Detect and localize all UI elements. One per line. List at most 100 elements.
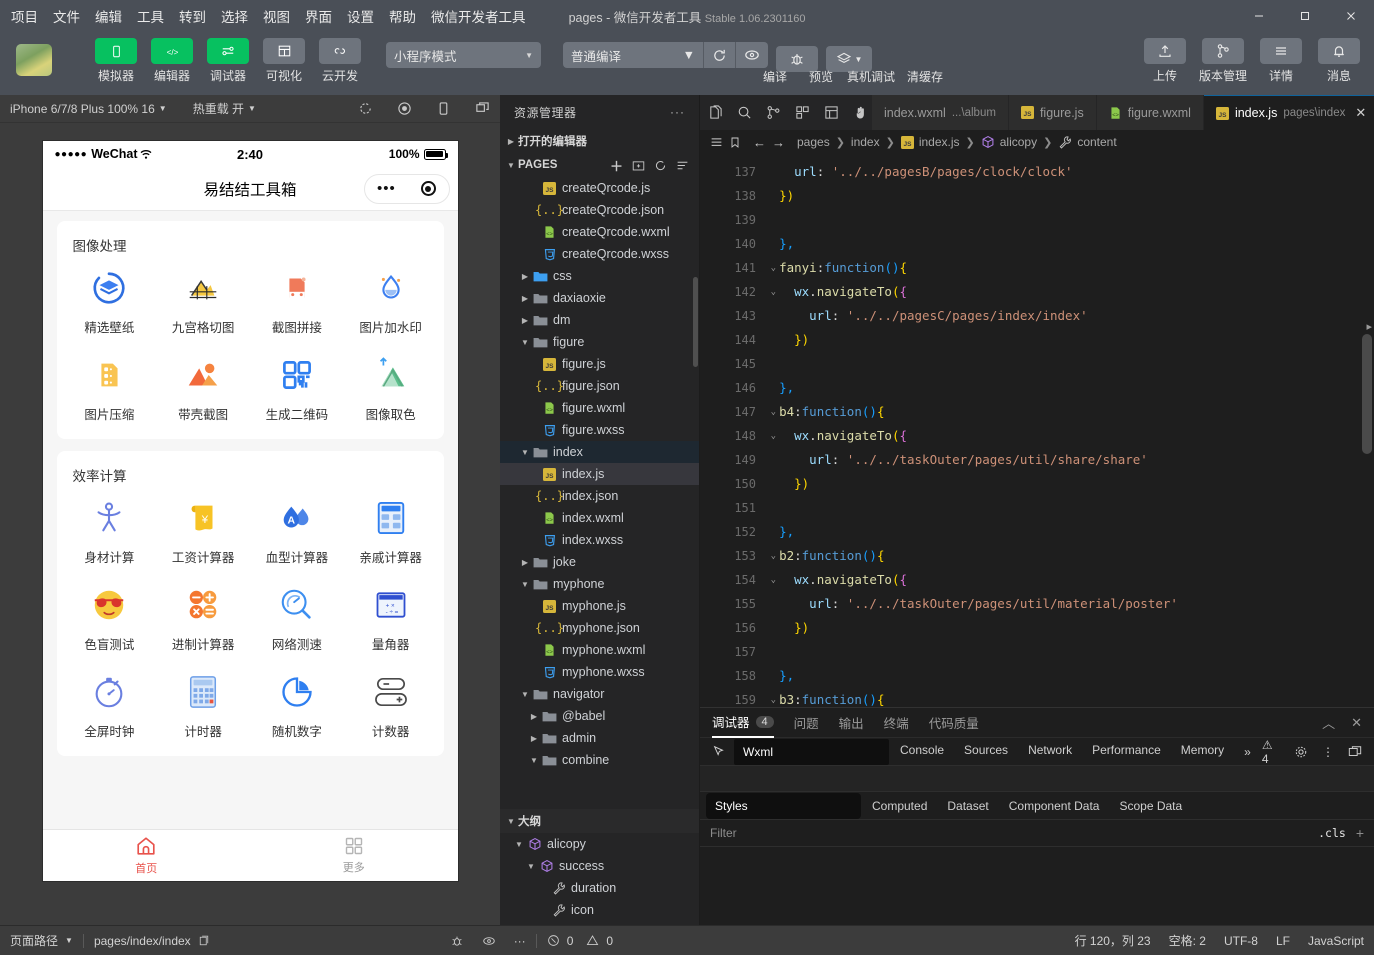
style-tab-Dataset[interactable]: Dataset — [938, 795, 997, 817]
breadcrumb-item-index.js[interactable]: JS index.js — [901, 135, 960, 149]
app-item-血型计算器[interactable]: A 血型计算器 — [250, 497, 344, 566]
devtools-overflow[interactable]: » — [1235, 741, 1260, 763]
tree-item-myphone.js[interactable]: ▶ JS myphone.js — [500, 595, 699, 617]
app-item-九宫格切图[interactable]: 九宫格切图 — [156, 267, 250, 336]
language-mode[interactable]: JavaScript — [1308, 934, 1364, 948]
window-icon[interactable] — [475, 101, 490, 116]
tree-item-createQrcode.wxss[interactable]: ▶ createQrcode.wxss — [500, 243, 699, 265]
debugger-tab-代码质量[interactable]: 代码质量 — [929, 708, 979, 738]
menu-item-5[interactable]: 选择 — [221, 6, 248, 26]
search-icon[interactable] — [737, 105, 752, 120]
toolbar-button-消息[interactable]: 消息 — [1314, 38, 1364, 84]
breadcrumb-item-content[interactable]: content — [1058, 135, 1116, 149]
editor-tab-figure.wxml[interactable]: <> figure.wxml — [1097, 95, 1204, 130]
eol-setting[interactable]: LF — [1276, 934, 1290, 948]
outline-item-icon[interactable]: ▶ icon — [500, 899, 699, 921]
tree-item-figure[interactable]: ▼ figure — [500, 331, 699, 353]
menu-item-8[interactable]: 设置 — [347, 6, 374, 26]
tree-item-dm[interactable]: ▶ dm — [500, 309, 699, 331]
outline-item-success[interactable]: ▼ success — [500, 855, 699, 877]
gear-icon[interactable] — [1294, 745, 1308, 759]
extensions-icon[interactable] — [795, 105, 810, 120]
files-icon[interactable] — [708, 105, 723, 120]
explorer-more-icon[interactable]: ··· — [670, 105, 685, 119]
devtools-tab-Sources[interactable]: Sources — [955, 739, 1017, 765]
editor-tab-index.js[interactable]: JS index.js pages\index ✕ — [1204, 95, 1374, 130]
editor-tab-index.wxml[interactable]: index.wxml ...\album — [872, 95, 1009, 130]
app-item-图片加水印[interactable]: 图片加水印 — [344, 267, 438, 336]
tree-item-figure.json[interactable]: ▶ {..} figure.json — [500, 375, 699, 397]
style-tab-Scope Data[interactable]: Scope Data — [1110, 795, 1191, 817]
app-item-计时器[interactable]: 计时器 — [156, 671, 250, 740]
tree-item-figure.wxss[interactable]: ▶ figure.wxss — [500, 419, 699, 441]
bug-icon[interactable] — [450, 934, 464, 948]
mode-button-云开发[interactable]: 云开发 — [316, 38, 364, 84]
devtools-tab-Console[interactable]: Console — [891, 739, 953, 765]
devtools-tab-Memory[interactable]: Memory — [1172, 739, 1233, 765]
compile-mode-select[interactable]: 普通编译 ▼ — [563, 42, 703, 68]
wxml-tree-area[interactable] — [700, 766, 1374, 792]
app-item-工资计算器[interactable]: ¥ 工资计算器 — [156, 497, 250, 566]
hand-icon[interactable] — [853, 105, 868, 120]
tree-item-css[interactable]: ▶ css — [500, 265, 699, 287]
open-editors-section[interactable]: ▶ 打开的编辑器 — [500, 129, 699, 153]
eye-icon[interactable] — [482, 934, 496, 948]
mode-button-模拟器[interactable]: 模拟器 — [92, 38, 140, 84]
editor-scrollbar[interactable]: ▸ — [1360, 154, 1374, 707]
tree-item-@babel[interactable]: ▶ @babel — [500, 705, 699, 727]
tree-item-myphone.wxss[interactable]: ▶ myphone.wxss — [500, 661, 699, 683]
breadcrumb-item-alicopy[interactable]: alicopy — [981, 135, 1037, 149]
tree-item-admin[interactable]: ▶ admin — [500, 727, 699, 749]
pages-section[interactable]: ▼ PAGES ＋ — [500, 153, 699, 177]
new-folder-icon[interactable] — [632, 159, 645, 172]
compile-button[interactable] — [704, 42, 735, 68]
collapse-up-icon[interactable]: ︿ — [1322, 713, 1335, 732]
app-item-截图拼接[interactable]: 截图拼接 — [250, 267, 344, 336]
maximize-button[interactable] — [1282, 0, 1328, 32]
toolbar-button-版本管理[interactable]: 版本管理 — [1198, 38, 1248, 84]
tree-item-navigator[interactable]: ▼ navigator — [500, 683, 699, 705]
tree-item-createQrcode.js[interactable]: ▶ JS createQrcode.js — [500, 177, 699, 199]
breadcrumb-item-index[interactable]: index — [851, 135, 880, 149]
outline-list-icon[interactable] — [710, 136, 723, 149]
toolbar-button-详情[interactable]: 详情 — [1256, 38, 1306, 84]
preview-button[interactable] — [736, 42, 768, 68]
devtools-tab-Performance[interactable]: Performance — [1083, 739, 1170, 765]
debugger-tab-调试器[interactable]: 调试器 4 — [712, 708, 774, 738]
encoding[interactable]: UTF-8 — [1224, 934, 1258, 948]
menu-item-0[interactable]: 项目 — [11, 6, 38, 26]
debugger-tab-终端[interactable]: 终端 — [884, 708, 909, 738]
app-item-网络测速[interactable]: 网络测速 — [250, 584, 344, 653]
rotate-icon[interactable] — [358, 101, 373, 116]
close-icon[interactable]: ✕ — [1351, 715, 1362, 731]
tree-item-figure.wxml[interactable]: ▶ <> figure.wxml — [500, 397, 699, 419]
app-item-图像取色[interactable]: 图像取色 — [344, 354, 438, 423]
source-control-icon[interactable] — [766, 105, 781, 120]
devtools-tab-Network[interactable]: Network — [1019, 739, 1081, 765]
menu-bar[interactable]: 项目文件编辑工具转到选择视图界面设置帮助微信开发者工具 — [0, 6, 526, 26]
tab-bar-item-更多[interactable]: 更多 — [250, 830, 458, 881]
copy-icon[interactable] — [198, 935, 210, 947]
filter-placeholder[interactable]: Filter — [710, 826, 737, 840]
code-editor[interactable]: 137138139140141⌄142⌄143144145146147⌄148⌄… — [700, 154, 1374, 707]
outline-tree[interactable]: ▼ alicopy ▼ success ▶ duration ▶ icon ▶ … — [500, 833, 699, 925]
app-item-带壳截图[interactable]: 带壳截图 — [156, 354, 250, 423]
mode-button-可视化[interactable]: 可视化 — [260, 38, 308, 84]
outline-section[interactable]: ▼ 大纲 — [500, 809, 699, 833]
add-rule-button[interactable]: + — [1356, 825, 1364, 841]
outline-item-duration[interactable]: ▶ duration — [500, 877, 699, 899]
tree-item-createQrcode.wxml[interactable]: ▶ <> createQrcode.wxml — [500, 221, 699, 243]
explorer-scrollbar[interactable] — [693, 277, 698, 367]
more-dots-icon[interactable]: ••• — [377, 185, 396, 193]
style-tab-Computed[interactable]: Computed — [863, 795, 936, 817]
menu-item-4[interactable]: 转到 — [179, 6, 206, 26]
app-item-进制计算器[interactable]: 进制计算器 — [156, 584, 250, 653]
devtools-tab-Wxml[interactable]: Wxml — [734, 739, 889, 765]
app-item-色盲测试[interactable]: 色盲测试 — [63, 584, 157, 653]
refresh-icon[interactable] — [654, 159, 667, 172]
problems-indicator[interactable]: 0 0 — [547, 934, 613, 948]
outline-icon[interactable] — [824, 105, 839, 120]
tree-item-index[interactable]: ▼ index — [500, 441, 699, 463]
app-item-全屏时钟[interactable]: 全屏时钟 — [63, 671, 157, 740]
tree-item-index.json[interactable]: ▶ {..} index.json — [500, 485, 699, 507]
